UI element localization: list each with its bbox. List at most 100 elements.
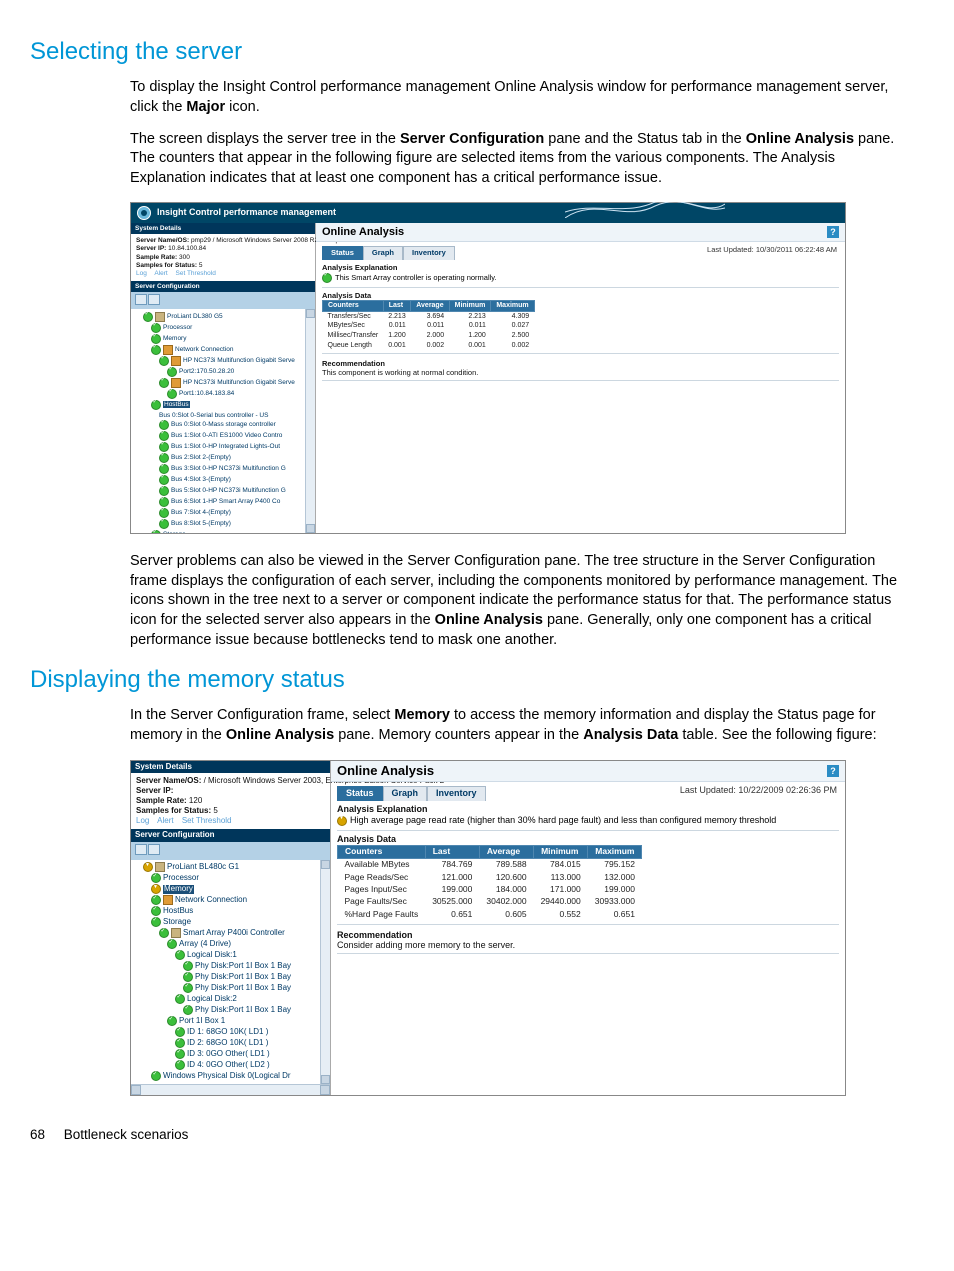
page-number: 68: [30, 1127, 45, 1142]
tree-item[interactable]: Bus 1:Slot 0-ATI ES1000 Video Contro: [133, 430, 315, 441]
tree-item[interactable]: ProLiant DL380 G5: [133, 311, 315, 322]
tree-item[interactable]: Logical Disk:2: [133, 994, 330, 1005]
help-icon[interactable]: ?: [827, 765, 839, 777]
tab-status[interactable]: Status: [337, 786, 383, 801]
link-set-threshold[interactable]: Set Threshold: [176, 270, 216, 277]
heading-memory-status: Displaying the memory status: [30, 664, 914, 696]
table-row: Transfers/Sec2.2133.6942.2134.309: [323, 311, 535, 321]
th-minimum: Minimum: [534, 845, 588, 858]
help-icon[interactable]: ?: [827, 226, 839, 238]
tree-item[interactable]: Port2:170.50.28.20: [133, 366, 315, 377]
th-average: Average: [411, 301, 449, 312]
tab-graph[interactable]: Graph: [383, 786, 428, 801]
tree-item[interactable]: Array (4 Drive): [133, 939, 330, 950]
tree-item[interactable]: Bus 3:Slot 0-HP NC373i Multifunction G: [133, 463, 315, 474]
tree-item[interactable]: Processor: [133, 873, 330, 884]
tree-item[interactable]: Phy Disk:Port 1I Box 1 Bay: [133, 961, 330, 972]
tree-item-label: HostBus: [163, 907, 193, 916]
tree-item[interactable]: Network Connection: [133, 344, 315, 355]
network-icon: [163, 345, 173, 355]
toolbar-btn-icon[interactable]: [148, 294, 160, 305]
tab-status[interactable]: Status: [322, 246, 363, 259]
tree-item[interactable]: Network Connection: [133, 895, 330, 906]
table-cell: 784.015: [534, 858, 588, 871]
tree-item[interactable]: Bus 2:Slot 2-(Empty): [133, 452, 315, 463]
tree-item[interactable]: ID 4: 0GO Other( LD2 ): [133, 1060, 330, 1071]
tree-item-label: Processor: [163, 874, 199, 883]
server-icon: [155, 312, 165, 322]
tree-item[interactable]: Windows Physical Disk 0(Logical Dr: [133, 1071, 330, 1082]
scrollbar-vertical[interactable]: [320, 860, 330, 1084]
tree-item[interactable]: HostBus: [133, 399, 315, 410]
tree-item[interactable]: ID 3: 0GO Other( LD1 ): [133, 1049, 330, 1060]
tab-inventory[interactable]: Inventory: [427, 786, 486, 801]
lbl-sample-rate: Sample Rate:: [136, 254, 177, 261]
tree-item-label: Storage: [163, 531, 186, 533]
table-cell: 0.651: [588, 908, 642, 920]
scrollbar-horizontal[interactable]: [131, 1084, 330, 1095]
link-log[interactable]: Log: [136, 816, 149, 825]
tree-item[interactable]: Bus 0:Slot 0-Mass storage controller: [133, 419, 315, 430]
tree-item[interactable]: Bus 1:Slot 0-HP Integrated Lights-Out: [133, 441, 315, 452]
link-alert[interactable]: Alert: [157, 816, 173, 825]
toolbar-btn-icon[interactable]: [148, 844, 160, 855]
toolbar-btn-icon[interactable]: [135, 294, 147, 305]
status-ok-icon: [183, 961, 193, 971]
tree-item[interactable]: Port 1I Box 1: [133, 1016, 330, 1027]
tree-item-label: Bus 4:Slot 3-(Empty): [171, 476, 231, 483]
tree-item[interactable]: Bus 6:Slot 1-HP Smart Array P400 Co: [133, 496, 315, 507]
tree-item[interactable]: HostBus: [133, 906, 330, 917]
tree-item[interactable]: ID 1: 68GO 10K( LD1 ): [133, 1027, 330, 1038]
tree-item[interactable]: Storage: [133, 917, 330, 928]
tree-item[interactable]: Storage: [133, 529, 315, 533]
tree-item-label: Bus 1:Slot 0-ATI ES1000 Video Contro: [171, 432, 282, 439]
tree-item[interactable]: Smart Array P400i Controller: [133, 928, 330, 939]
tree-item[interactable]: HP NC373i Multifunction Gigabit Serve: [133, 355, 315, 366]
analysis-data-bold: Analysis Data: [583, 727, 678, 743]
toolbar-btn-icon[interactable]: [135, 844, 147, 855]
table-cell: 2.500: [491, 331, 534, 341]
link-log[interactable]: Log: [136, 270, 147, 277]
tree-item[interactable]: Phy Disk:Port 1I Box 1 Bay: [133, 972, 330, 983]
server-config-tree[interactable]: ProLiant BL480c G1ProcessorMemoryNetwork…: [131, 860, 330, 1084]
tree-item[interactable]: Phy Disk:Port 1I Box 1 Bay: [133, 1005, 330, 1016]
tree-item[interactable]: Bus 7:Slot 4-(Empty): [133, 507, 315, 518]
link-alert[interactable]: Alert: [154, 270, 167, 277]
tree-item-label: Phy Disk:Port 1I Box 1 Bay: [195, 1006, 291, 1015]
analysis-data-label: Analysis Data: [337, 835, 839, 845]
table-row: Pages Input/Sec199.000184.000171.000199.…: [338, 884, 642, 896]
table-cell: 0.605: [479, 908, 533, 920]
para-text: In the Server Configuration frame, selec…: [130, 707, 394, 723]
th-counters: Counters: [338, 845, 426, 858]
tree-item[interactable]: Memory: [133, 333, 315, 344]
tree-item[interactable]: Bus 8:Slot 5-(Empty): [133, 518, 315, 529]
server-config-tree[interactable]: ProLiant DL380 G5 ProcessorMemoryNetwork …: [131, 309, 315, 533]
tree-item[interactable]: Bus 0:Slot 0-Serial bus controller - US: [133, 411, 315, 419]
table-cell: 1.200: [449, 331, 491, 341]
tree-item[interactable]: Processor: [133, 322, 315, 333]
tree-item[interactable]: Logical Disk:1: [133, 950, 330, 961]
tree-item[interactable]: Phy Disk:Port 1I Box 1 Bay: [133, 983, 330, 994]
footer-section: Bottleneck scenarios: [64, 1127, 189, 1142]
tree-item[interactable]: Port1:10.84.183.84: [133, 388, 315, 399]
tree-item-label: ProLiant DL380 G5: [167, 313, 223, 320]
tree-item-label: Network Connection: [175, 896, 247, 905]
table-cell: Transfers/Sec: [323, 311, 384, 321]
table-cell: 3.694: [411, 311, 449, 321]
table-cell: 0.002: [411, 341, 449, 351]
tree-item[interactable]: ID 2: 68GO 10K( LD1 ): [133, 1038, 330, 1049]
status-ok-icon: [175, 1027, 185, 1037]
page-footer: 68 Bottleneck scenarios: [30, 1126, 914, 1144]
tab-inventory[interactable]: Inventory: [403, 246, 455, 259]
tree-item[interactable]: HP NC373i Multifunction Gigabit Serve: [133, 377, 315, 388]
tab-graph[interactable]: Graph: [363, 246, 403, 259]
lbl-server-name: Server Name/OS:: [136, 237, 189, 244]
tree-item[interactable]: Bus 5:Slot 0-HP NC373i Multifunction G: [133, 485, 315, 496]
tree-item[interactable]: Memory: [133, 884, 330, 895]
tree-item-label: ID 3: 0GO Other( LD1 ): [187, 1050, 270, 1059]
link-set-threshold[interactable]: Set Threshold: [182, 816, 232, 825]
tree-item[interactable]: Bus 4:Slot 3-(Empty): [133, 474, 315, 485]
tree-item[interactable]: ProLiant BL480c G1: [133, 862, 330, 873]
th-average: Average: [479, 845, 533, 858]
scrollbar-vertical[interactable]: [305, 309, 315, 533]
